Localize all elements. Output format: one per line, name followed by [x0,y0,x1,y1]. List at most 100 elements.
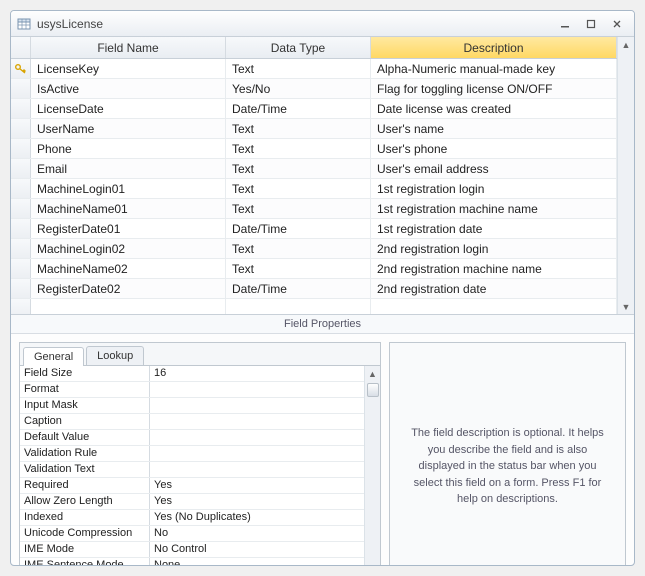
field-name-cell[interactable]: RegisterDate01 [31,219,226,238]
row-selector[interactable] [11,59,31,78]
property-value[interactable]: Yes [150,494,364,509]
table-row[interactable]: MachineLogin01Text1st registration login [11,179,617,199]
field-name-cell[interactable]: LicenseKey [31,59,226,78]
table-row[interactable]: PhoneTextUser's phone [11,139,617,159]
col-header-data-type[interactable]: Data Type [226,37,371,58]
property-value[interactable]: Yes (No Duplicates) [150,510,364,525]
description-cell[interactable]: User's phone [371,139,617,158]
header-selector[interactable] [11,37,31,58]
row-selector[interactable] [11,259,31,278]
table-row[interactable]: MachineLogin02Text2nd registration login [11,239,617,259]
field-name-cell[interactable]: MachineLogin01 [31,179,226,198]
minimize-button[interactable] [554,15,576,33]
table-row[interactable]: MachineName02Text2nd registration machin… [11,259,617,279]
data-type-cell[interactable]: Text [226,139,371,158]
property-row[interactable]: Validation Rule [20,446,364,462]
property-value[interactable]: None [150,558,364,565]
field-grid[interactable]: Field Name Data Type Description License… [11,37,617,314]
scroll-down[interactable]: ▼ [619,299,634,314]
row-selector[interactable] [11,139,31,158]
row-selector[interactable] [11,99,31,118]
field-name-cell[interactable]: Phone [31,139,226,158]
field-name-cell[interactable]: MachineLogin02 [31,239,226,258]
property-value[interactable]: No Control [150,542,364,557]
prop-scroll-up[interactable]: ▲ [365,366,380,381]
row-selector[interactable] [11,199,31,218]
data-type-cell[interactable]: Text [226,119,371,138]
property-row[interactable]: Validation Text [20,462,364,478]
description-cell[interactable]: 1st registration machine name [371,199,617,218]
description-cell[interactable]: 1st registration login [371,179,617,198]
data-type-cell[interactable]: Text [226,159,371,178]
property-value[interactable] [150,446,364,461]
property-row[interactable]: Default Value [20,430,364,446]
data-type-cell[interactable]: Text [226,199,371,218]
row-selector[interactable] [11,219,31,238]
field-name-cell[interactable]: IsActive [31,79,226,98]
table-row[interactable]: IsActiveYes/NoFlag for toggling license … [11,79,617,99]
row-selector[interactable] [11,299,31,314]
field-name-cell[interactable]: LicenseDate [31,99,226,118]
table-row[interactable] [11,299,617,314]
description-cell[interactable]: Date license was created [371,99,617,118]
row-selector[interactable] [11,119,31,138]
property-scrollbar[interactable]: ▲ ▼ [364,366,380,565]
description-cell[interactable] [371,299,617,314]
property-grid[interactable]: Field Size16FormatInput MaskCaptionDefau… [20,366,364,565]
description-cell[interactable]: 1st registration date [371,219,617,238]
property-value[interactable] [150,382,364,397]
property-row[interactable]: Field Size16 [20,366,364,382]
property-row[interactable]: Allow Zero LengthYes [20,494,364,510]
property-value[interactable]: 16 [150,366,364,381]
data-type-cell[interactable]: Date/Time [226,219,371,238]
field-name-cell[interactable]: Email [31,159,226,178]
property-value[interactable]: Yes [150,478,364,493]
data-type-cell[interactable]: Yes/No [226,79,371,98]
table-row[interactable]: LicenseDateDate/TimeDate license was cre… [11,99,617,119]
maximize-button[interactable] [580,15,602,33]
table-row[interactable]: UserNameTextUser's name [11,119,617,139]
row-selector[interactable] [11,159,31,178]
data-type-cell[interactable]: Text [226,179,371,198]
row-selector[interactable] [11,239,31,258]
property-row[interactable]: IndexedYes (No Duplicates) [20,510,364,526]
table-row[interactable]: RegisterDate01Date/Time1st registration … [11,219,617,239]
scroll-up[interactable]: ▲ [619,37,634,52]
field-name-cell[interactable]: MachineName01 [31,199,226,218]
col-header-description[interactable]: Description [371,37,617,58]
description-cell[interactable]: Flag for toggling license ON/OFF [371,79,617,98]
property-value[interactable] [150,398,364,413]
close-button[interactable] [606,15,628,33]
property-value[interactable] [150,414,364,429]
field-name-cell[interactable]: RegisterDate02 [31,279,226,298]
property-row[interactable]: IME Sentence ModeNone [20,558,364,565]
description-cell[interactable]: User's email address [371,159,617,178]
table-row[interactable]: RegisterDate02Date/Time2nd registration … [11,279,617,299]
description-cell[interactable]: User's name [371,119,617,138]
tab-lookup[interactable]: Lookup [86,346,144,365]
property-row[interactable]: IME ModeNo Control [20,542,364,558]
data-type-cell[interactable]: Text [226,259,371,278]
prop-scroll-thumb[interactable] [367,383,379,397]
property-value[interactable]: No [150,526,364,541]
tab-general[interactable]: General [23,347,84,366]
property-row[interactable]: Unicode CompressionNo [20,526,364,542]
row-selector[interactable] [11,279,31,298]
data-type-cell[interactable]: Text [226,239,371,258]
data-type-cell[interactable]: Date/Time [226,99,371,118]
data-type-cell[interactable]: Date/Time [226,279,371,298]
col-header-field-name[interactable]: Field Name [31,37,226,58]
property-row[interactable]: Format [20,382,364,398]
property-row[interactable]: RequiredYes [20,478,364,494]
property-value[interactable] [150,430,364,445]
data-type-cell[interactable] [226,299,371,314]
property-value[interactable] [150,462,364,477]
table-row[interactable]: MachineName01Text1st registration machin… [11,199,617,219]
row-selector[interactable] [11,79,31,98]
vertical-scrollbar[interactable]: ▲ ▼ [617,37,634,314]
data-type-cell[interactable]: Text [226,59,371,78]
description-cell[interactable]: Alpha-Numeric manual-made key [371,59,617,78]
field-name-cell[interactable]: UserName [31,119,226,138]
property-row[interactable]: Caption [20,414,364,430]
row-selector[interactable] [11,179,31,198]
